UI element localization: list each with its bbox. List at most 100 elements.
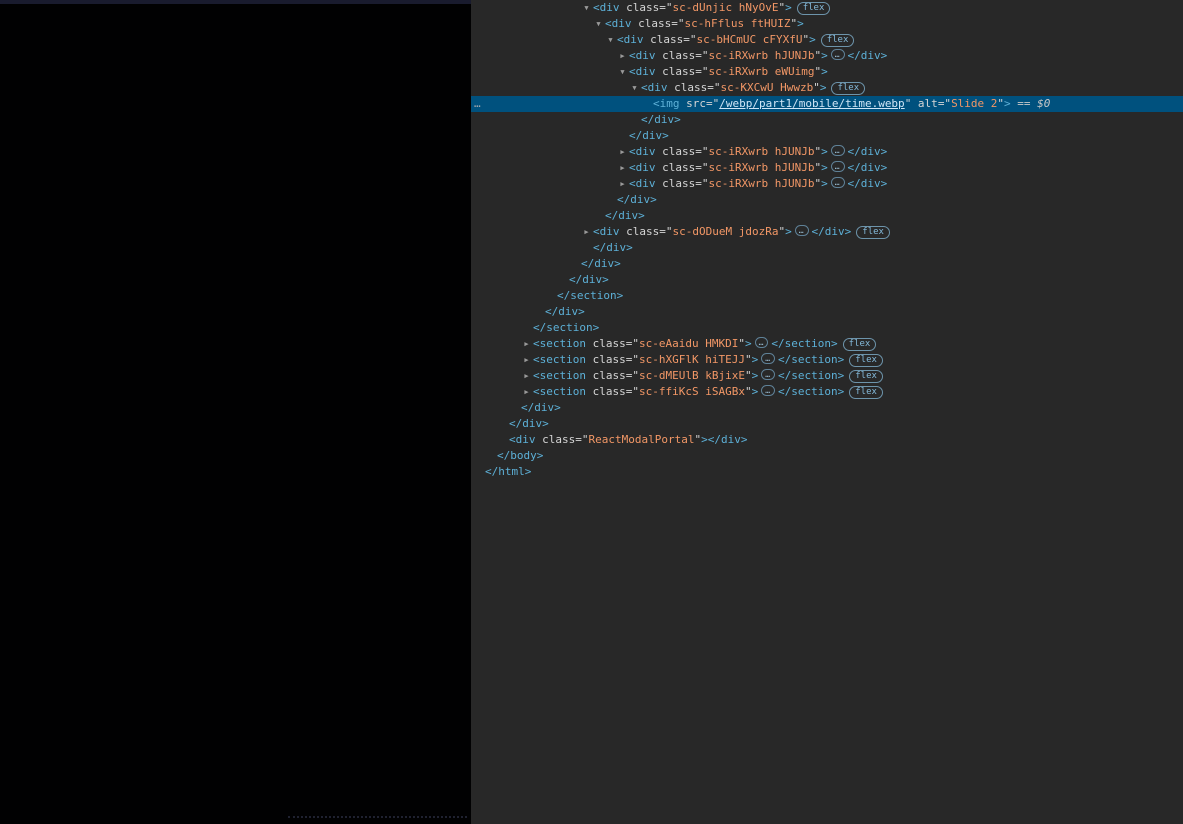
dom-tree-row[interactable]: ▼<div class="sc-bHCmUC cFYXfU">flex: [471, 32, 1183, 48]
collapse-arrow-icon[interactable]: ▶: [580, 224, 593, 240]
collapse-arrow-icon[interactable]: ▶: [520, 368, 533, 384]
tag-open-token: <div: [617, 33, 644, 46]
dom-tree-row[interactable]: ▶<section class="sc-hXGFlK hiTEJJ">…</se…: [471, 352, 1183, 368]
flex-badge[interactable]: flex: [849, 370, 883, 383]
collapse-arrow-icon[interactable]: ▶: [616, 48, 629, 64]
expand-arrow-icon[interactable]: ▼: [604, 32, 617, 48]
expand-children-button[interactable]: …: [761, 385, 775, 396]
equals-quote-token: =": [626, 353, 639, 366]
dom-tree-row[interactable]: ▶<div class="sc-dODueM jdozRa">…</div>fl…: [471, 224, 1183, 240]
dom-tree-row[interactable]: </div>: [471, 400, 1183, 416]
collapse-arrow-icon[interactable]: ▶: [616, 176, 629, 192]
flex-badge[interactable]: flex: [843, 338, 877, 351]
flex-badge[interactable]: flex: [849, 386, 883, 399]
dom-tree-row[interactable]: </div>: [471, 272, 1183, 288]
dom-tree-row[interactable]: ▶<div class="sc-iRXwrb hJUNJb">…</div>: [471, 144, 1183, 160]
attribute-value-token: sc-eAaidu HMKDI: [639, 337, 738, 350]
closing-tag-token: </div>: [848, 145, 888, 158]
collapse-arrow-icon[interactable]: ▶: [616, 160, 629, 176]
attribute-name-token: class: [656, 65, 696, 78]
closing-tag-token: </div>: [509, 417, 549, 430]
dom-tree-row-selected[interactable]: …<img src="/webp/part1/mobile/time.webp"…: [471, 96, 1183, 112]
dom-tree-row[interactable]: ▼<div class="sc-hFflus ftHUIZ">: [471, 16, 1183, 32]
tag-open-token: <section: [533, 337, 586, 350]
expand-arrow-icon[interactable]: ▼: [628, 80, 641, 96]
closing-tag-token: </div>: [617, 193, 657, 206]
dom-tree-row[interactable]: ▶<section class="sc-dMEUlB kBjixE">…</se…: [471, 368, 1183, 384]
attribute-value-token: sc-ffiKcS iSAGBx: [639, 385, 745, 398]
dom-tree-row[interactable]: </section>: [471, 288, 1183, 304]
attribute-name-token: class: [586, 337, 626, 350]
expand-children-button[interactable]: …: [761, 353, 775, 364]
attribute-name-token: class: [656, 145, 696, 158]
expand-children-button[interactable]: …: [831, 145, 845, 156]
attribute-value-token: Slide 2: [951, 97, 997, 110]
attribute-value-token: sc-hFflus ftHUIZ: [685, 17, 791, 30]
flex-badge[interactable]: flex: [831, 82, 865, 95]
tag-bracket-token: >: [1004, 97, 1011, 110]
attribute-link[interactable]: /webp/part1/mobile/time.webp: [719, 97, 904, 110]
dom-tree-row[interactable]: ▼<div class="sc-dUnjic hNyOvE">flex: [471, 0, 1183, 16]
closing-tag-token: </div>: [848, 161, 888, 174]
equals-quote-token: =": [626, 337, 639, 350]
dom-tree-row[interactable]: ▶<div class="sc-iRXwrb hJUNJb">…</div>: [471, 160, 1183, 176]
collapse-arrow-icon[interactable]: ▶: [520, 336, 533, 352]
dom-tree-row[interactable]: ▶<div class="sc-iRXwrb hJUNJb">…</div>: [471, 176, 1183, 192]
collapse-arrow-icon[interactable]: ▶: [520, 384, 533, 400]
attribute-name-token: class: [586, 385, 626, 398]
closing-tag-token: </div>: [708, 433, 748, 446]
equals-equals-marker: ==: [1011, 97, 1038, 110]
dom-tree-row[interactable]: ▶<section class="sc-ffiKcS iSAGBx">…</se…: [471, 384, 1183, 400]
dom-tree-row[interactable]: </div>: [471, 240, 1183, 256]
attribute-name-token: class: [644, 33, 684, 46]
dom-tree-row[interactable]: ▶<section class="sc-eAaidu HMKDI">…</sec…: [471, 336, 1183, 352]
flex-badge[interactable]: flex: [821, 34, 855, 47]
equals-quote-token: =": [626, 369, 639, 382]
expand-children-button[interactable]: …: [831, 49, 845, 60]
collapse-arrow-icon[interactable]: ▶: [616, 144, 629, 160]
tag-bracket-token: >: [809, 33, 816, 46]
attribute-name-token: class: [632, 17, 672, 30]
dom-tree-row[interactable]: </section>: [471, 320, 1183, 336]
expand-arrow-icon[interactable]: ▼: [592, 16, 605, 32]
expand-children-button[interactable]: …: [755, 337, 769, 348]
dom-tree-row[interactable]: </div>: [471, 128, 1183, 144]
quote-token: ": [745, 369, 752, 382]
flex-badge[interactable]: flex: [856, 226, 890, 239]
dom-tree-row[interactable]: </div>: [471, 416, 1183, 432]
attribute-value-token: sc-iRXwrb hJUNJb: [709, 161, 815, 174]
dom-tree-row[interactable]: </div>: [471, 208, 1183, 224]
dom-tree-row[interactable]: </html>: [471, 464, 1183, 480]
closing-tag-token: </section>: [557, 289, 623, 302]
closing-tag-token: </div>: [581, 257, 621, 270]
dom-tree-row[interactable]: </div>: [471, 256, 1183, 272]
flex-badge[interactable]: flex: [849, 354, 883, 367]
flex-badge[interactable]: flex: [797, 2, 831, 15]
closing-tag-token: </div>: [641, 113, 681, 126]
equals-quote-token: =": [683, 33, 696, 46]
expand-arrow-icon[interactable]: ▼: [580, 0, 593, 16]
quote-token: ": [745, 353, 752, 366]
dom-tree-row[interactable]: </div>: [471, 192, 1183, 208]
expand-children-button[interactable]: …: [795, 225, 809, 236]
attribute-name-token: alt: [911, 97, 938, 110]
attribute-value-token: sc-dMEUlB kBjixE: [639, 369, 745, 382]
closing-tag-token: </div>: [812, 225, 852, 238]
dom-tree-row[interactable]: ▼<div class="sc-KXCwU Hwwzb">flex: [471, 80, 1183, 96]
dom-tree-row[interactable]: </div>: [471, 304, 1183, 320]
dom-tree-row[interactable]: ▶<div class="sc-iRXwrb hJUNJb">…</div>: [471, 48, 1183, 64]
attribute-name-token: class: [656, 177, 696, 190]
expand-children-button[interactable]: …: [761, 369, 775, 380]
dom-tree-row[interactable]: ▼<div class="sc-iRXwrb eWUimg">: [471, 64, 1183, 80]
closing-tag-token: </section>: [533, 321, 599, 334]
dom-tree-row[interactable]: <div class="ReactModalPortal"></div>: [471, 432, 1183, 448]
dom-tree-row[interactable]: </div>: [471, 112, 1183, 128]
expand-children-button[interactable]: …: [831, 177, 845, 188]
collapse-arrow-icon[interactable]: ▶: [520, 352, 533, 368]
attribute-value-token: sc-bHCmUC cFYXfU: [697, 33, 803, 46]
expand-arrow-icon[interactable]: ▼: [616, 64, 629, 80]
closing-tag-token: </div>: [848, 49, 888, 62]
expand-children-button[interactable]: …: [831, 161, 845, 172]
tag-bracket-token: >: [785, 225, 792, 238]
dom-tree-row[interactable]: </body>: [471, 448, 1183, 464]
